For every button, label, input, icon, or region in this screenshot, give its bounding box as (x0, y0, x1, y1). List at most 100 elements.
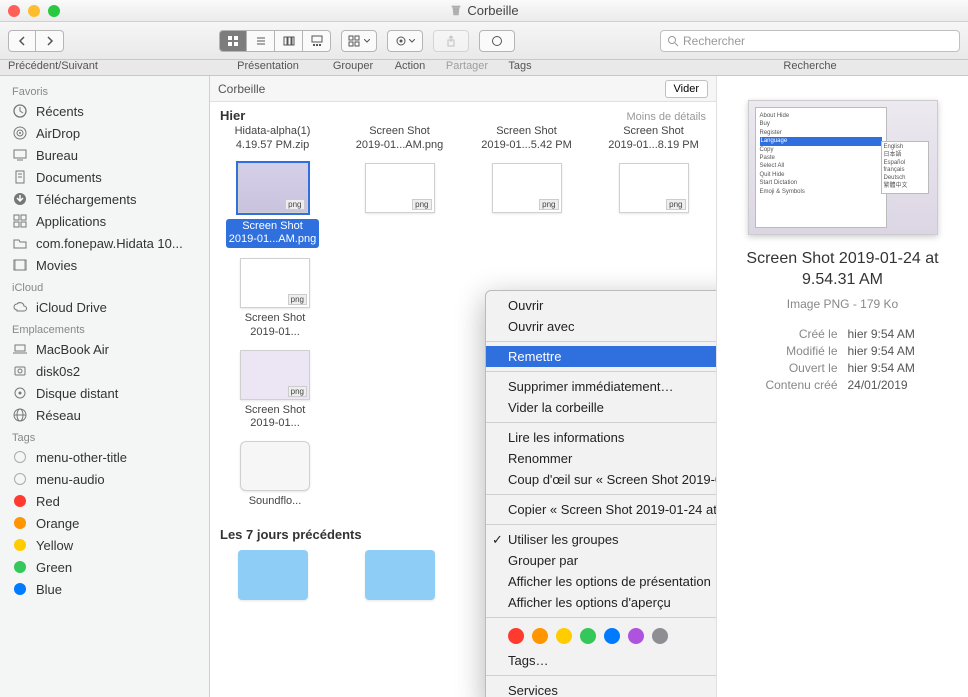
movie-icon (12, 257, 28, 273)
menu-use-groups[interactable]: ✓Utiliser les groupes (486, 529, 716, 550)
menu-get-info[interactable]: Lire les informations (486, 427, 716, 448)
view-gallery-button[interactable] (303, 30, 331, 52)
menu-put-back[interactable]: Remettre (486, 346, 716, 367)
sidebar-item-label: com.fonepaw.Hidata 10... (36, 236, 183, 251)
file-item[interactable]: png (601, 159, 706, 249)
menu-preview-options[interactable]: Afficher les options d'aperçu (486, 592, 716, 613)
sidebar-tag-item[interactable]: Green (0, 556, 209, 578)
titlebar: Corbeille (0, 0, 968, 22)
sidebar-item[interactable]: iCloud Drive (0, 296, 209, 318)
group-button[interactable] (341, 30, 377, 52)
menu-tags[interactable]: Tags… (486, 650, 716, 671)
back-button[interactable] (8, 30, 36, 52)
tag-color-button[interactable] (508, 628, 524, 644)
preview-submenu: English日本語EspañolfrançaisDeutsch繁體中文 (881, 141, 929, 194)
menu-rename[interactable]: Renommer (486, 448, 716, 469)
menu-view-options[interactable]: Afficher les options de présentation (486, 571, 716, 592)
meta-value: hier 9:54 AM (848, 344, 955, 358)
check-icon: ✓ (492, 532, 503, 548)
file-item[interactable]: png Screen Shot2019-01... (220, 346, 330, 432)
file-item[interactable]: Screen Shot2019-01...AM.png (347, 123, 452, 153)
view-icons-button[interactable] (219, 30, 247, 52)
sidebar-item-label: Téléchargements (36, 192, 136, 207)
tag-color-button[interactable] (532, 628, 548, 644)
share-button[interactable] (433, 30, 469, 52)
preview-meta: Image PNG - 179 Ko (731, 297, 954, 311)
tag-dot-icon (12, 515, 28, 531)
laptop-icon (12, 341, 28, 357)
menu-empty-trash[interactable]: Vider la corbeille (486, 397, 716, 418)
preview-tooltip: About HideBuyRegisterLanguageCopyPasteSe… (755, 107, 887, 228)
sidebar-item-label: Réseau (36, 408, 81, 423)
main-content: Corbeille Vider Hier Moins de détails Hi… (210, 76, 716, 697)
forward-button[interactable] (36, 30, 64, 52)
sidebar-item-label: Applications (36, 214, 106, 229)
file-item[interactable]: Screen Shot2019-01...8.19 PM (601, 123, 706, 153)
folder-icon (12, 235, 28, 251)
cloud-icon (12, 299, 28, 315)
file-item[interactable]: png (474, 159, 579, 249)
toolbar-labels: Précédent/Suivant Présentation Grouper A… (0, 60, 968, 76)
tag-dot-icon (12, 449, 28, 465)
sidebar-item[interactable]: Bureau (0, 144, 209, 166)
tag-color-button[interactable] (628, 628, 644, 644)
folder-item[interactable] (347, 546, 452, 604)
airdrop-icon (12, 125, 28, 141)
sidebar-item[interactable]: MacBook Air (0, 338, 209, 360)
empty-trash-button[interactable]: Vider (665, 80, 708, 98)
search-input[interactable]: Rechercher (660, 30, 960, 52)
sidebar-item[interactable]: Applications (0, 210, 209, 232)
file-item[interactable]: png Screen Shot2019-01... (220, 254, 330, 340)
sidebar-tag-item[interactable]: Orange (0, 512, 209, 534)
sidebar: Favoris RécentsAirDropBureauDocumentsTél… (0, 76, 210, 697)
tag-color-button[interactable] (652, 628, 668, 644)
sidebar-tag-item[interactable]: menu-audio (0, 468, 209, 490)
menu-copy[interactable]: Copier « Screen Shot 2019-01-24 at 9.54.… (486, 499, 716, 520)
sidebar-item[interactable]: Disque distant (0, 382, 209, 404)
meta-value: hier 9:54 AM (848, 327, 955, 341)
menu-quick-look[interactable]: Coup d'œil sur « Screen Shot 2019-01-24 … (486, 469, 716, 490)
path-location: Corbeille (218, 82, 265, 96)
sidebar-item[interactable]: Réseau (0, 404, 209, 426)
tag-dot-icon (12, 493, 28, 509)
file-item[interactable]: png (347, 159, 452, 249)
menu-open-with[interactable]: Ouvrir avec▶ (486, 316, 716, 337)
sidebar-item[interactable]: Movies (0, 254, 209, 276)
menu-group-by[interactable]: Grouper par▶ (486, 550, 716, 571)
path-bar: Corbeille Vider (210, 76, 716, 102)
menu-delete-immediately[interactable]: Supprimer immédiatement… (486, 376, 716, 397)
tag-color-button[interactable] (580, 628, 596, 644)
tag-dot-icon (12, 537, 28, 553)
preview-metadata: Créé lehier 9:54 AMModifié lehier 9:54 A… (731, 327, 954, 392)
sidebar-item-label: Récents (36, 104, 84, 119)
window-title: Corbeille (0, 3, 968, 18)
tag-color-button[interactable] (604, 628, 620, 644)
meta-key: Ouvert le (731, 361, 838, 375)
sidebar-item[interactable]: AirDrop (0, 122, 209, 144)
tag-color-button[interactable] (556, 628, 572, 644)
sidebar-tag-item[interactable]: Yellow (0, 534, 209, 556)
menu-services[interactable]: Services▶ (486, 680, 716, 697)
sidebar-item[interactable]: com.fonepaw.Hidata 10... (0, 232, 209, 254)
sidebar-tag-item[interactable]: Blue (0, 578, 209, 600)
sidebar-item[interactable]: disk0s2 (0, 360, 209, 382)
disk-icon (12, 363, 28, 379)
less-details-link[interactable]: Moins de détails (627, 111, 707, 123)
file-item[interactable]: Screen Shot2019-01...5.42 PM (474, 123, 579, 153)
sidebar-tag-item[interactable]: menu-other-title (0, 446, 209, 468)
sidebar-item[interactable]: Récents (0, 100, 209, 122)
sidebar-item[interactable]: Documents (0, 166, 209, 188)
file-item-selected[interactable]: png Screen Shot2019-01...AM.png (220, 159, 325, 249)
folder-item[interactable] (220, 546, 325, 604)
menu-open[interactable]: Ouvrir (486, 295, 716, 316)
action-button[interactable] (387, 30, 423, 52)
sidebar-item-label: menu-other-title (36, 450, 127, 465)
sidebar-item[interactable]: Téléchargements (0, 188, 209, 210)
meta-value: hier 9:54 AM (848, 361, 955, 375)
tags-button[interactable] (479, 30, 515, 52)
sidebar-tag-item[interactable]: Red (0, 490, 209, 512)
file-item[interactable]: Soundflo... (220, 437, 330, 509)
file-item[interactable]: Hidata-alpha(1)4.19.57 PM.zip (220, 123, 325, 153)
view-columns-button[interactable] (275, 30, 303, 52)
view-list-button[interactable] (247, 30, 275, 52)
